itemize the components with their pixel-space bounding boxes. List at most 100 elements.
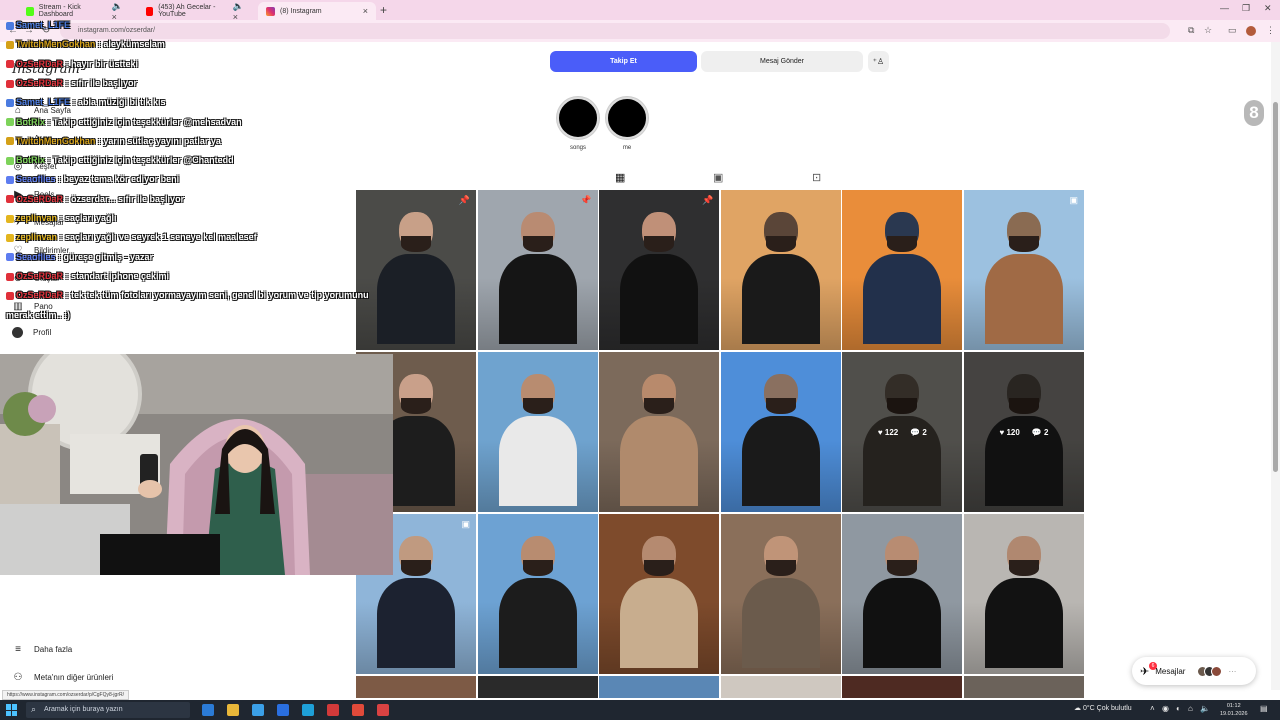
volume-icon[interactable]: 🔈: [1200, 704, 1210, 713]
post-photo-subject: [498, 254, 577, 344]
chat-text: standart iphone çekimi: [71, 270, 170, 281]
window-close-icon[interactable]: ✕: [1264, 3, 1272, 14]
post-thumbnail[interactable]: [720, 514, 841, 674]
taskbar-app-icon[interactable]: [202, 704, 214, 716]
post-thumbnail[interactable]: [842, 514, 963, 674]
windows-start-icon[interactable]: [6, 704, 18, 716]
post-thumbnail[interactable]: 📌: [356, 190, 476, 350]
post-thumbnail[interactable]: [963, 514, 1084, 674]
post-thumbnail[interactable]: ♥ 122 💬 2: [842, 352, 963, 512]
post-photo-subject: [644, 398, 675, 414]
chat-username: zeplinvan: [16, 213, 58, 223]
post-photo-subject: [887, 560, 918, 576]
taskbar-app-icon[interactable]: [252, 704, 264, 716]
browser-tab-youtube[interactable]: (453) Ah Gecelar - YouTube 🔈 ×: [138, 1, 256, 22]
messages-pill[interactable]: ✈ 6 Mesajlar ···: [1132, 657, 1256, 685]
url-field[interactable]: instagram.com/ozserdar/: [60, 23, 1170, 39]
chat-user-badge-icon: [6, 60, 14, 69]
new-tab-icon[interactable]: +: [380, 3, 387, 17]
network-icon[interactable]: ⌂: [1188, 704, 1193, 713]
tray-chevron-icon[interactable]: ˄: [1150, 704, 1155, 713]
post-photo-subject: [401, 398, 431, 414]
post-thumbnail[interactable]: [599, 676, 720, 698]
post-photo-subject: [644, 236, 675, 252]
chat-text: saçları yağlı ve seyrek 1 seneye kel maa…: [65, 232, 257, 243]
scrollbar-thumb[interactable]: [1273, 102, 1278, 472]
follow-button[interactable]: Takip Et: [550, 51, 697, 72]
minimize-icon[interactable]: —: [1220, 3, 1229, 13]
post-thumbnail[interactable]: [477, 352, 598, 512]
post-photo-subject: [498, 578, 577, 668]
post-thumbnail[interactable]: [356, 676, 476, 698]
suggested-people-button[interactable]: ⁺♙: [868, 51, 889, 72]
post-thumbnail[interactable]: [720, 352, 841, 512]
install-icon[interactable]: ⧉: [1188, 25, 1194, 36]
chat-text: Takip ettiğiniz için teşekkürler @Chante…: [53, 155, 234, 166]
post-thumbnail[interactable]: 📌: [599, 190, 720, 350]
post-thumbnail[interactable]: [842, 190, 963, 350]
tab-posts-grid-icon[interactable]: ▦: [615, 171, 625, 184]
chat-message: Samet_L1FE: [6, 20, 70, 30]
scrollbar[interactable]: [1271, 42, 1280, 690]
extensions-icon[interactable]: ▭: [1228, 25, 1237, 36]
taskbar-app-icon[interactable]: [327, 704, 339, 716]
close-icon[interactable]: 🔈 ×: [112, 1, 128, 22]
send-message-button[interactable]: Mesaj Gönder: [701, 51, 863, 72]
highlight-me[interactable]: me: [606, 97, 648, 151]
post-thumbnail[interactable]: [963, 676, 1084, 698]
taskbar-app-icon[interactable]: [277, 704, 289, 716]
notifications-icon[interactable]: ▤: [1260, 704, 1268, 713]
taskbar-app-icon[interactable]: [302, 704, 314, 716]
post-thumbnail[interactable]: [477, 514, 598, 674]
browser-profile-avatar[interactable]: [1246, 26, 1256, 36]
post-thumbnail[interactable]: [720, 676, 841, 698]
likes-count: ♥ 122: [877, 427, 899, 437]
tab-tagged-icon[interactable]: ⊡: [812, 171, 821, 184]
taskbar-clock[interactable]: 01:12 19.01.2026: [1220, 702, 1248, 718]
post-hover-stats: ♥ 120 💬 2: [963, 352, 1084, 512]
tray-app-icon[interactable]: ◐: [1176, 704, 1181, 713]
chat-username: BotRix: [16, 116, 45, 127]
maximize-icon[interactable]: ❐: [1242, 3, 1250, 14]
post-photo-subject: [887, 236, 918, 252]
post-thumbnail[interactable]: [599, 514, 720, 674]
sidebar-item-profile[interactable]: Profil: [12, 327, 51, 338]
comments-count: 💬 2: [910, 427, 927, 437]
tray-app-icon[interactable]: ◉: [1162, 704, 1169, 713]
highlight-songs[interactable]: songs: [557, 97, 599, 151]
chat-message: Seaoflies : beyaz tema kör ediyor beni: [6, 174, 179, 184]
post-hover-stats: ♥ 122 💬 2: [842, 352, 963, 512]
post-thumbnail[interactable]: 📌: [477, 190, 598, 350]
post-thumbnail[interactable]: ▣: [963, 190, 1084, 350]
chat-username: Samet_L1FE: [16, 20, 71, 30]
post-thumbnail[interactable]: [599, 352, 720, 512]
chat-message: TwitchMenGokhan : aleykümselam: [6, 39, 165, 49]
close-icon[interactable]: ×: [363, 6, 368, 16]
taskbar-app-icon[interactable]: [352, 704, 364, 716]
post-photo-subject: [522, 236, 553, 252]
sidebar-item-more[interactable]: ≡ Daha fazla: [12, 643, 72, 655]
weather-widget[interactable]: ☁ 0°C Çok bulutlu: [1074, 704, 1132, 712]
tab-reels-icon[interactable]: ▣: [713, 171, 723, 184]
carousel-icon: ▣: [461, 519, 470, 529]
close-icon[interactable]: 🔈 ×: [233, 1, 248, 22]
chat-separator: :: [70, 97, 79, 108]
post-photo-subject: [984, 578, 1063, 668]
chat-separator: :: [63, 77, 72, 88]
browser-tab-instagram[interactable]: (8) Instagram ×: [258, 2, 376, 20]
browser-menu-icon[interactable]: ⋮: [1266, 25, 1275, 36]
taskbar-app-icon[interactable]: [377, 704, 389, 716]
browser-tab-kick[interactable]: Stream - Kick Dashboard 🔈 ×: [18, 1, 136, 22]
bookmark-star-icon[interactable]: ☆: [1204, 25, 1212, 36]
post-thumbnail[interactable]: [477, 676, 598, 698]
post-thumbnail[interactable]: [842, 676, 963, 698]
sidebar-item-meta[interactable]: ⚇ Meta'nın diğer ürünleri: [12, 671, 114, 683]
clock-date: 19.01.2026: [1220, 711, 1248, 717]
post-thumbnail[interactable]: [720, 190, 841, 350]
chat-text: hayır bir üstteki: [71, 58, 139, 69]
notification-count-badge: 8: [1244, 100, 1264, 126]
post-thumbnail[interactable]: ♥ 120 💬 2: [963, 352, 1084, 512]
taskbar-app-icon[interactable]: [227, 704, 239, 716]
chat-text: sıfır ile başlıyor: [71, 77, 138, 88]
taskbar-search-input[interactable]: ⌕ Aramak için buraya yazın: [26, 702, 190, 718]
